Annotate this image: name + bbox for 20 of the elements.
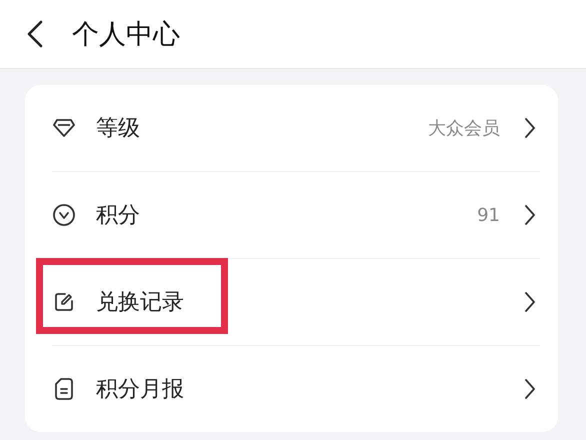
item-value: 91 — [477, 204, 500, 226]
chevron-circle-icon — [52, 203, 76, 227]
page-title: 个人中心 — [72, 18, 180, 52]
diamond-icon — [52, 117, 76, 139]
chevron-right-icon — [524, 117, 536, 139]
menu-item[interactable]: 积分月报 — [52, 346, 540, 432]
item-label: 兑换记录 — [96, 289, 185, 317]
chevron-right-icon — [524, 291, 536, 313]
edit-icon — [53, 291, 75, 313]
menu-item[interactable]: 兑换记录 — [52, 259, 540, 346]
chevron-right-icon — [524, 378, 536, 400]
back-icon — [26, 20, 44, 48]
item-label: 积分月报 — [96, 376, 185, 404]
chevron-right-icon — [524, 204, 536, 226]
item-label: 积分 — [96, 202, 141, 230]
menu-item[interactable]: 积分 91 — [52, 172, 540, 259]
item-value: 大众会员 — [428, 117, 500, 140]
document-icon — [53, 377, 75, 401]
menu-item[interactable]: 等级 大众会员 — [52, 85, 540, 172]
item-label: 等级 — [96, 115, 141, 143]
